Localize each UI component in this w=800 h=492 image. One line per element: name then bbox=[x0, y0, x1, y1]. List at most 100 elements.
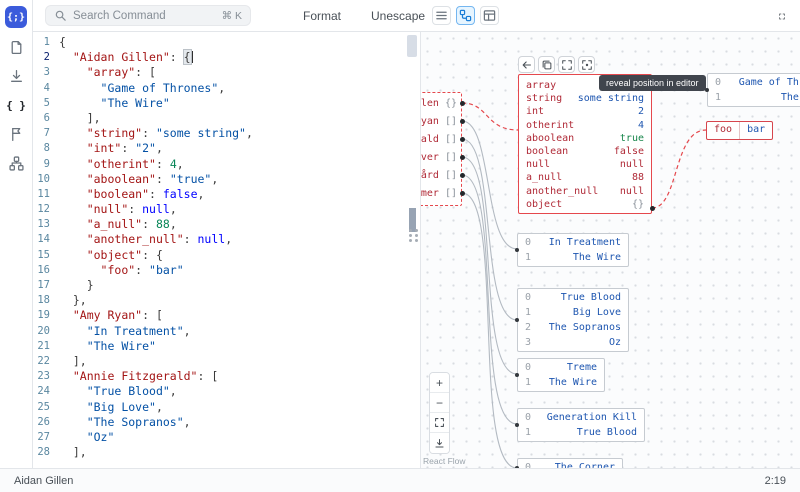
code-token: : [ bbox=[142, 308, 163, 322]
line-number: 19 bbox=[33, 308, 59, 323]
selected-object-node[interactable]: arraystringsome stringint2otherint4abool… bbox=[518, 74, 652, 214]
row-index: 1 bbox=[525, 425, 531, 440]
code-token bbox=[59, 65, 87, 79]
line-number: 1 bbox=[33, 35, 59, 50]
line-number: 21 bbox=[33, 339, 59, 354]
root-row-type-badge: [] bbox=[445, 185, 457, 203]
editor-line: 28 ], bbox=[33, 445, 420, 460]
code-token: "some string" bbox=[156, 126, 246, 140]
line-code: "object": { bbox=[59, 248, 163, 263]
code-token: { bbox=[59, 35, 66, 49]
array-node-row[interactable]: 1True Blood bbox=[518, 425, 644, 440]
object-node-row[interactable]: stringsome string bbox=[526, 92, 644, 105]
array-node-row[interactable]: 1Big Love bbox=[518, 305, 628, 320]
root-row-key: Amy Ryan bbox=[421, 113, 439, 131]
line-number: 2 bbox=[33, 50, 59, 65]
object-node-row[interactable]: int2 bbox=[526, 105, 644, 118]
array-node-in-treatment[interactable]: 0In Treatment1The Wire bbox=[517, 233, 629, 267]
array-node-row[interactable]: 0Treme bbox=[518, 360, 604, 375]
root-object-node[interactable]: Aidan Gillen{}Amy Ryan[]Annie Fitzgerald… bbox=[421, 92, 462, 206]
editor-scrollbar-thumb[interactable] bbox=[407, 35, 417, 57]
object-node-row[interactable]: booleanfalse bbox=[526, 145, 644, 158]
expand-node-button[interactable] bbox=[558, 56, 575, 73]
row-value: Big Love bbox=[573, 305, 621, 320]
root-node-row[interactable]: Anwan Glover[] bbox=[421, 149, 457, 167]
array-node-row[interactable]: 0True Blood bbox=[518, 290, 628, 305]
object-node-row[interactable]: nullnull bbox=[526, 158, 644, 171]
zoom-controls: + − bbox=[429, 372, 450, 454]
root-node-row[interactable]: Aidan Gillen{} bbox=[421, 95, 457, 113]
object-node-row[interactable]: a_null88 bbox=[526, 171, 644, 184]
array-node-row[interactable]: 0In Treatment bbox=[518, 235, 628, 250]
array-node-true-blood[interactable]: 0True Blood1Big Love2The Sopranos3Oz bbox=[517, 288, 629, 352]
format-button[interactable]: Format bbox=[297, 8, 347, 24]
line-number: 13 bbox=[33, 217, 59, 232]
row-value: 4 bbox=[638, 119, 644, 132]
braces-glyph: { } bbox=[6, 99, 26, 112]
foo-bar-node[interactable]: foo bar bbox=[706, 121, 773, 140]
code-token: , bbox=[177, 157, 184, 171]
fullscreen-button[interactable] bbox=[772, 6, 792, 26]
object-node-row[interactable]: otherint4 bbox=[526, 119, 644, 132]
root-row-key: Aidan Gillen bbox=[421, 95, 439, 113]
object-node-row[interactable]: another_nullnull bbox=[526, 185, 644, 198]
app-logo[interactable]: {;} bbox=[5, 6, 27, 28]
list-view-button[interactable] bbox=[432, 6, 451, 25]
array-node-row[interactable]: 3Oz bbox=[518, 335, 628, 350]
array-node-row[interactable]: 0Game of Thrones bbox=[708, 75, 800, 90]
hierarchy-icon[interactable] bbox=[6, 153, 26, 173]
unescape-button[interactable]: Unescape bbox=[365, 8, 431, 24]
download-image-button[interactable] bbox=[430, 433, 449, 453]
line-code: "True Blood", bbox=[59, 384, 177, 399]
editor-line: 19 "Amy Ryan": [ bbox=[33, 308, 420, 323]
array-node-row[interactable]: 0The Corner bbox=[518, 460, 622, 468]
code-token: ], bbox=[59, 111, 101, 125]
row-key: array bbox=[526, 79, 556, 92]
zoom-out-button[interactable]: − bbox=[430, 393, 449, 413]
root-node-row[interactable]: Annie Fitzgerald[] bbox=[421, 131, 457, 149]
array-node-row[interactable]: 0Generation Kill bbox=[518, 410, 644, 425]
panel-resize-handle[interactable] bbox=[409, 229, 418, 242]
search-input[interactable]: Search Command ⌘ K bbox=[45, 5, 251, 26]
row-index: 0 bbox=[525, 460, 531, 468]
root-row-key: Alexander Skarsgård bbox=[421, 167, 439, 185]
json-editor-icon[interactable]: { } bbox=[6, 95, 26, 115]
root-node-row[interactable]: Alice Farmer[] bbox=[421, 185, 457, 203]
focus-node-button[interactable] bbox=[578, 56, 595, 73]
array-node-row[interactable]: 2The Sopranos bbox=[518, 320, 628, 335]
graph-canvas[interactable]: Aidan Gillen{}Amy Ryan[]Annie Fitzgerald… bbox=[421, 32, 800, 468]
flag-icon[interactable] bbox=[6, 124, 26, 144]
code-token: "Amy Ryan" bbox=[73, 308, 142, 322]
array-node-row[interactable]: 1The Wire bbox=[518, 250, 628, 265]
reveal-in-editor-button[interactable] bbox=[518, 56, 535, 73]
zoom-in-button[interactable]: + bbox=[430, 373, 449, 393]
array-node-game-of-thrones[interactable]: 0Game of Thrones1The Wire bbox=[707, 73, 800, 107]
table-view-button[interactable] bbox=[480, 6, 499, 25]
array-node-row[interactable]: 1The Wire bbox=[518, 375, 604, 390]
download-icon[interactable] bbox=[6, 66, 26, 86]
copy-node-button[interactable] bbox=[538, 56, 555, 73]
line-code: "another_null": null, bbox=[59, 232, 232, 247]
fit-view-button[interactable] bbox=[430, 413, 449, 433]
code-token: "foo" bbox=[101, 263, 136, 277]
array-node-generation-kill[interactable]: 0Generation Kill1True Blood bbox=[517, 408, 645, 442]
node-value: bar bbox=[739, 122, 772, 139]
array-node-row[interactable]: 1The Wire bbox=[708, 90, 800, 105]
editor-line: 1{ bbox=[33, 35, 420, 50]
object-node-row[interactable]: object{} bbox=[526, 198, 644, 211]
code-editor[interactable]: 1{2 "Aidan Gillen": {3 "array": [4 "Game… bbox=[33, 32, 420, 468]
array-node-the-corner[interactable]: 0The Corner bbox=[517, 458, 623, 468]
line-code: "a_null": 88, bbox=[59, 217, 177, 232]
graph-view-button[interactable] bbox=[456, 6, 475, 25]
code-token bbox=[59, 248, 87, 262]
import-file-icon[interactable] bbox=[6, 37, 26, 57]
code-token bbox=[59, 126, 87, 140]
search-icon bbox=[54, 9, 67, 22]
object-node-row[interactable]: abooleantrue bbox=[526, 132, 644, 145]
array-node-treme[interactable]: 0Treme1The Wire bbox=[517, 358, 605, 392]
line-code: "The Wire" bbox=[59, 96, 170, 111]
root-node-row[interactable]: Amy Ryan[] bbox=[421, 113, 457, 131]
line-code: ], bbox=[59, 445, 87, 460]
root-node-row[interactable]: Alexander Skarsgård[] bbox=[421, 167, 457, 185]
editor-line: 9 "otherint": 4, bbox=[33, 157, 420, 172]
